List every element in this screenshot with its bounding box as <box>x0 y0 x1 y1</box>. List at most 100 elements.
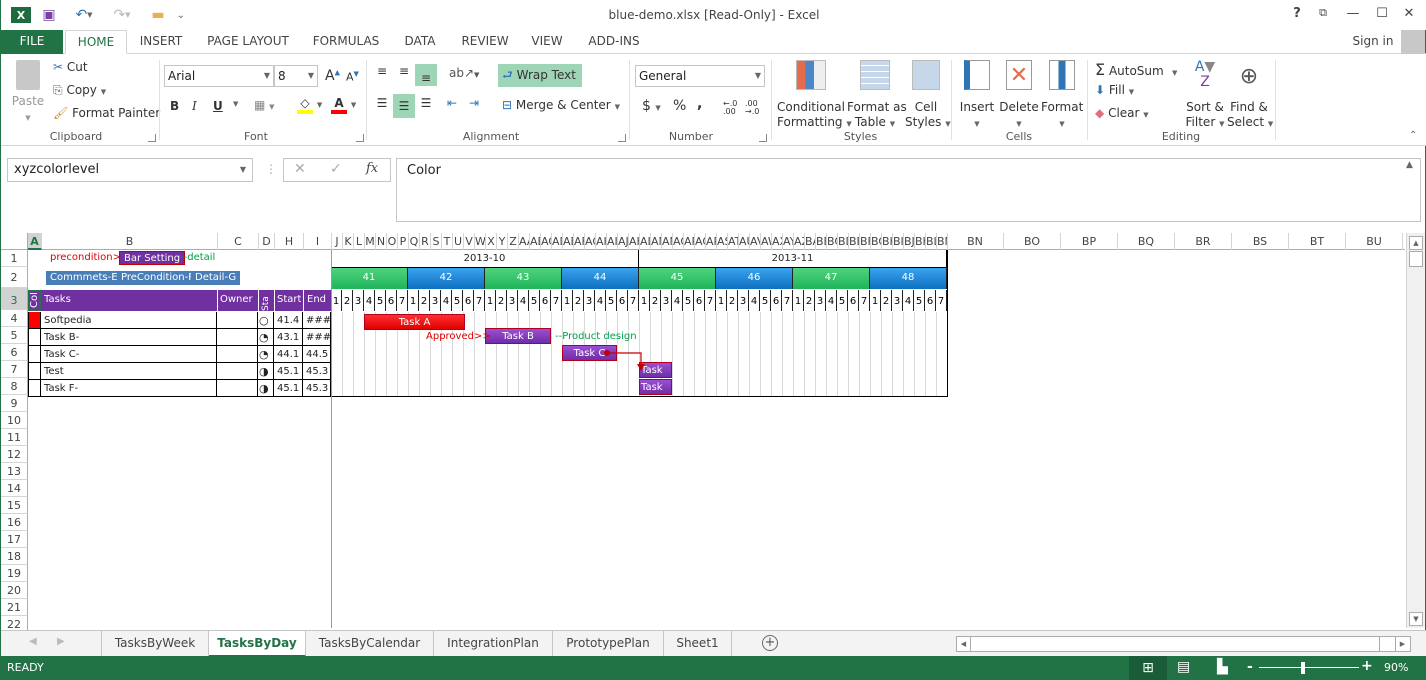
name-box[interactable]: xyzcolorlevel ▼ <box>7 158 253 182</box>
column-header-bg[interactable]: BG <box>871 233 882 250</box>
column-header-ax[interactable]: AX <box>772 233 783 250</box>
column-header-ap[interactable]: AP <box>684 233 695 250</box>
row-header-18[interactable]: 18 <box>1 548 28 565</box>
column-header-au[interactable]: AU <box>739 233 750 250</box>
column-header-s[interactable]: S <box>431 233 442 250</box>
task-owner-cell[interactable] <box>217 312 258 329</box>
column-header-af[interactable]: AF <box>574 233 585 250</box>
task-status-cell[interactable]: ◔ <box>258 346 274 363</box>
column-header-u[interactable]: U <box>453 233 464 250</box>
column-header-ah[interactable]: AH <box>596 233 607 250</box>
align-right-button[interactable]: ☰ <box>417 96 435 110</box>
row-header-3[interactable]: 3 <box>1 288 28 310</box>
comments-e-button[interactable]: Commmets-E <box>46 271 122 285</box>
row-header-2[interactable]: 2 <box>1 267 28 288</box>
column-header-br[interactable]: BR <box>1175 233 1232 250</box>
column-header-bq[interactable]: BQ <box>1118 233 1175 250</box>
clipboard-launcher-icon[interactable] <box>148 134 156 142</box>
column-header-y[interactable]: Y <box>497 233 508 250</box>
column-header-w[interactable]: W <box>475 233 486 250</box>
vertical-scrollbar[interactable]: ▲ ▼ <box>1406 233 1425 628</box>
row-header-12[interactable]: 12 <box>1 446 28 463</box>
gantt-bar[interactable]: Task D <box>639 362 672 391</box>
column-header-am[interactable]: AM <box>651 233 662 250</box>
column-header-d[interactable]: D <box>259 233 275 250</box>
bottom-align-button[interactable]: ≡ <box>415 64 437 86</box>
top-align-button[interactable]: ≡ <box>373 64 391 84</box>
font-size-select[interactable]: 8 ▼ <box>274 65 318 87</box>
alignment-launcher-icon[interactable] <box>618 134 626 142</box>
find-select-button[interactable]: ⊕ Find & Select ▼ <box>1227 60 1273 132</box>
add-sheet-button[interactable]: + <box>762 635 778 651</box>
column-header-z[interactable]: Z <box>508 233 519 250</box>
row-header-9[interactable]: 9 <box>1 395 28 412</box>
tab-add-ins[interactable]: ADD-INS <box>583 30 645 54</box>
wrap-text-button[interactable]: ⮐ Wrap Text <box>498 64 582 87</box>
insert-cells-button[interactable]: Insert ▼ <box>957 60 997 132</box>
maximize-button[interactable]: ☐ <box>1370 6 1394 24</box>
borders-button[interactable]: ▦ ▼ <box>254 98 275 112</box>
task-end-cell[interactable]: ### <box>303 329 331 346</box>
column-header-p[interactable]: P <box>398 233 409 250</box>
task-start-cell[interactable]: 43.1 <box>274 329 303 346</box>
underline-dropdown[interactable]: ▼ <box>233 100 238 108</box>
column-header-ag[interactable]: AG <box>585 233 596 250</box>
task-start-cell[interactable]: 41.4 <box>274 312 303 329</box>
merge-center-button[interactable]: ⊟ Merge & Center ▼ <box>502 98 620 112</box>
sheet-tab-tasksbyday[interactable]: TasksByDay <box>209 631 306 657</box>
task-name-cell[interactable]: Task B- <box>41 329 217 346</box>
ribbon-display-options-button[interactable]: ⧉ <box>1311 6 1335 24</box>
column-header-ad[interactable]: AD <box>552 233 563 250</box>
task-owner-cell[interactable] <box>217 380 258 397</box>
minimize-button[interactable]: — <box>1341 6 1365 24</box>
grow-font-button[interactable]: A▲ <box>325 68 340 84</box>
copy-button[interactable]: ⎘ Copy ▼ <box>53 83 106 98</box>
column-header-bb[interactable]: BB <box>816 233 827 250</box>
row-header-8[interactable]: 8 <box>1 378 28 395</box>
font-launcher-icon[interactable] <box>356 134 364 142</box>
help-button[interactable]: ? <box>1285 6 1309 24</box>
column-header-x[interactable]: X <box>486 233 497 250</box>
normal-view-button[interactable]: ⊞ <box>1129 656 1167 680</box>
column-header-at[interactable]: AT <box>728 233 739 250</box>
gantt-bar[interactable]: Task A <box>364 314 465 330</box>
middle-align-button[interactable]: ≡ <box>395 64 413 84</box>
underline-button[interactable]: U <box>213 99 223 113</box>
column-header-bp[interactable]: BP <box>1061 233 1118 250</box>
sheet-tab-tasksbycalendar[interactable]: TasksByCalendar <box>306 631 434 657</box>
column-header-bh[interactable]: BH <box>882 233 893 250</box>
row-header-13[interactable]: 13 <box>1 463 28 480</box>
tab-review[interactable]: REVIEW <box>457 30 513 54</box>
currency-button[interactable]: $ ▼ <box>642 98 661 114</box>
column-header-bn[interactable]: BN <box>947 233 1004 250</box>
page-layout-view-button[interactable]: ▤ <box>1177 659 1190 675</box>
column-header-ac[interactable]: AC <box>541 233 552 250</box>
zoom-slider-thumb[interactable] <box>1301 662 1306 674</box>
autosum-button[interactable]: Σ AutoSum ▼ <box>1095 60 1177 79</box>
column-header-az[interactable]: AZ <box>794 233 805 250</box>
zoom-out-button[interactable]: - <box>1247 659 1253 675</box>
zoom-in-button[interactable]: + <box>1361 658 1373 674</box>
column-header-o[interactable]: O <box>387 233 398 250</box>
increase-decimal-button[interactable]: ←.0 .00 <box>723 100 741 116</box>
task-start-cell[interactable]: 44.1 <box>274 346 303 363</box>
row-header-16[interactable]: 16 <box>1 514 28 531</box>
column-header-bi[interactable]: BI <box>893 233 904 250</box>
horizontal-scroll-thumb[interactable] <box>972 637 1380 651</box>
sign-in-link[interactable]: Sign in <box>1351 30 1395 54</box>
sheet-tab-integrationplan[interactable]: IntegrationPlan <box>434 631 553 657</box>
bar-setting-button[interactable]: Bar Setting <box>119 251 186 265</box>
cancel-formula-button[interactable]: ✕ <box>294 161 306 177</box>
vertical-scroll-thumb[interactable] <box>1409 251 1423 267</box>
scroll-left-button[interactable]: ◀ <box>957 637 971 651</box>
format-painter-button[interactable]: 🖌 Format Painter <box>53 106 160 120</box>
number-launcher-icon[interactable] <box>759 134 767 142</box>
col-header-cell[interactable]: Col <box>28 290 41 311</box>
expand-formula-bar-icon[interactable]: ▲ <box>1406 160 1413 170</box>
insert-function-button[interactable]: fx <box>366 161 378 176</box>
formula-bar-grip-icon[interactable]: ⋮ <box>265 162 277 176</box>
cut-button[interactable]: ✂ Cut <box>53 60 88 74</box>
column-header-n[interactable]: N <box>376 233 387 250</box>
tab-home[interactable]: HOME <box>65 30 127 54</box>
gantt-bar[interactable]: Task C <box>562 345 617 361</box>
